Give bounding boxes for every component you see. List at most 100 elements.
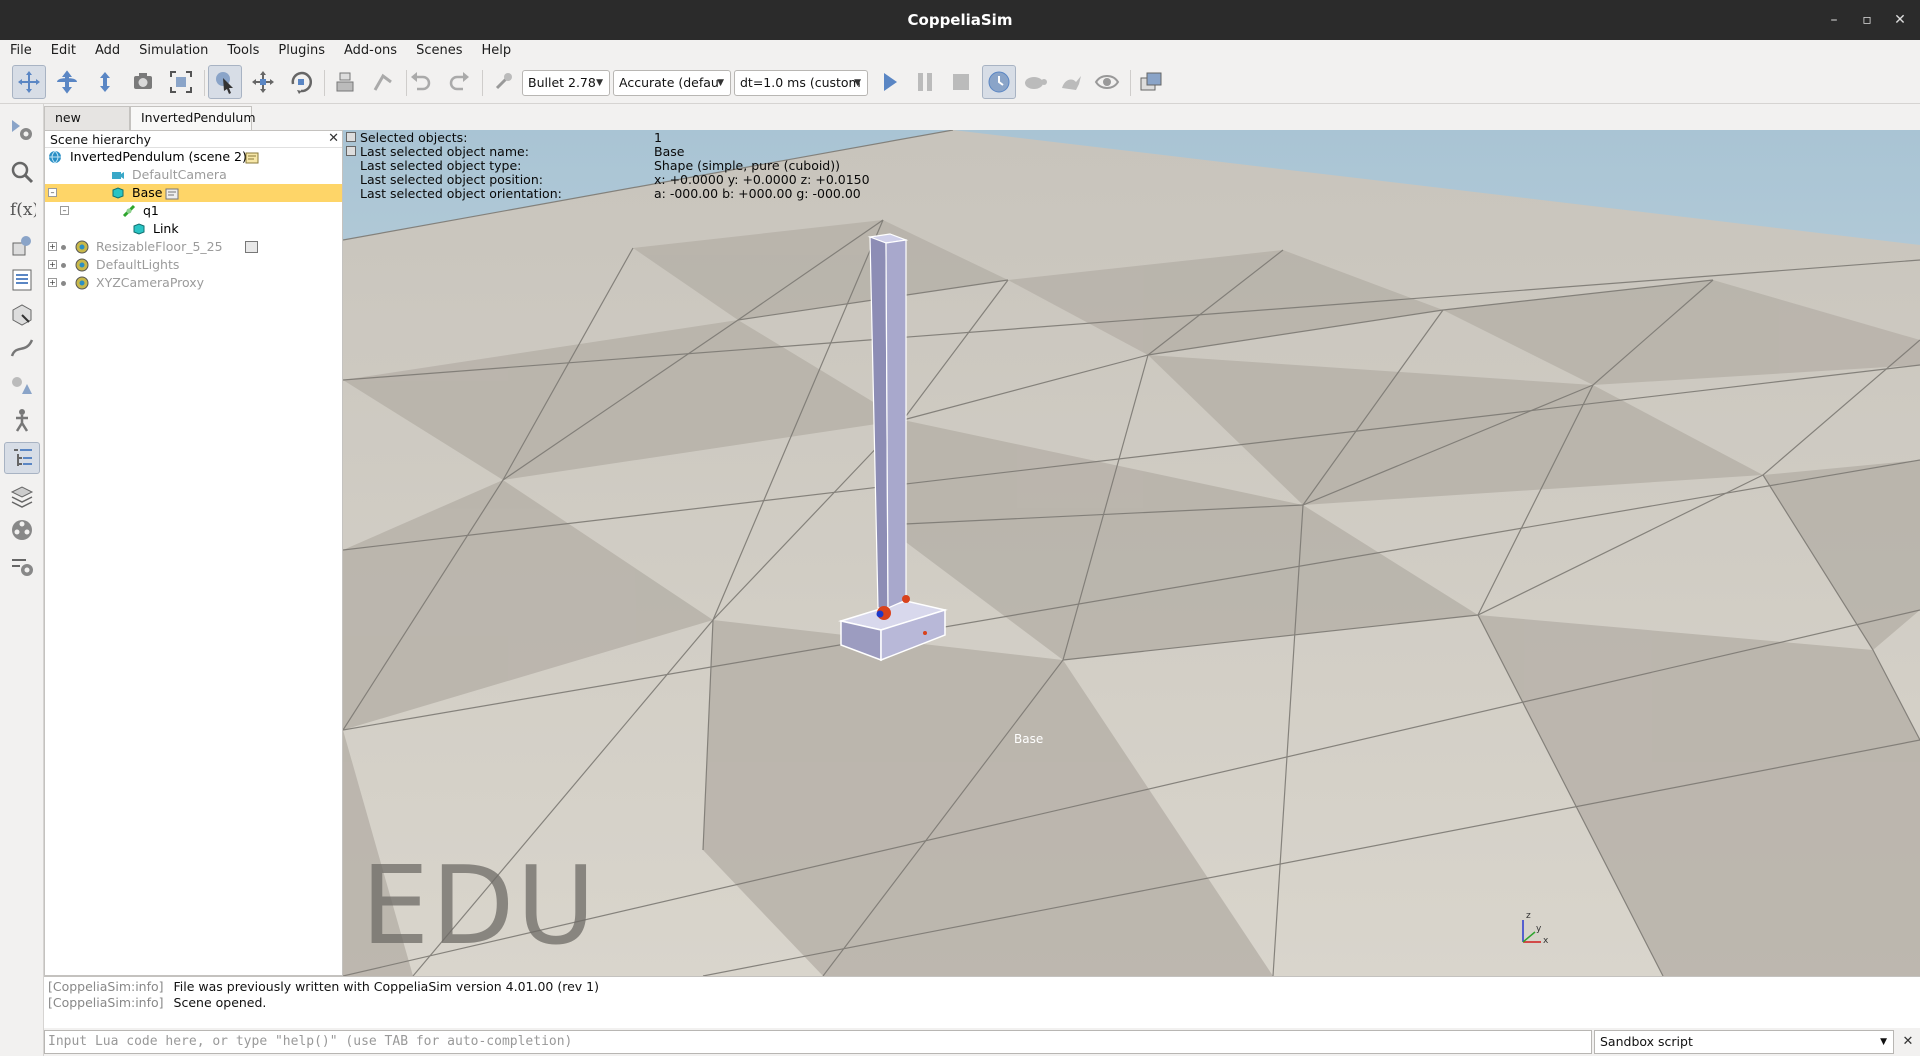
menu-file[interactable]: File [0,40,41,62]
info-toggle-icon[interactable] [346,146,356,156]
scene-hierarchy-toggle-icon[interactable] [4,442,40,474]
axis-label-x: x [1543,936,1549,946]
tree-item-label: InvertedPendulum (scene 2) [70,149,247,164]
camera-shift-icon[interactable] [88,65,122,99]
menu-edit[interactable]: Edit [41,40,85,62]
user-settings-icon[interactable] [4,550,40,582]
scene-hierarchy-panel: Scene hierarchy ✕ InvertedPendulum (scen… [44,130,343,976]
timestep-select[interactable]: dt=1.0 ms (custom ▼ [734,70,868,96]
tree-item-label: XYZCameraProxy [96,275,205,290]
undo-icon[interactable] [404,65,438,99]
simulation-settings-icon[interactable] [4,114,40,146]
close-panel-icon[interactable]: ✕ [328,130,339,147]
camera-pan-icon[interactable] [12,65,46,99]
pause-icon[interactable] [908,65,942,99]
script-target-select[interactable]: Sandbox script ▼ [1594,1030,1894,1054]
object-properties-icon[interactable] [4,264,40,296]
tree-item-defaultcamera[interactable]: DefaultCamera [45,166,342,184]
tree-item-q1[interactable]: – q1 [45,202,342,220]
info-value-last-position: x: +0.0000 y: +0.0000 z: +0.0150 [654,172,870,187]
model-browser-icon[interactable] [4,156,40,188]
slow-down-icon[interactable] [1018,65,1052,99]
close-icon[interactable]: ✕ [1896,1030,1920,1054]
tree-item-defaultlights[interactable]: + DefaultLights [45,256,342,274]
script-icon[interactable] [245,150,259,164]
edu-watermark: EDU [361,844,598,969]
robot-icon[interactable] [4,404,40,436]
tab-new-scene[interactable]: new scene [44,106,130,147]
collections-icon[interactable] [4,370,40,402]
path-edit-icon[interactable] [4,332,40,364]
real-time-icon[interactable] [982,65,1016,99]
restore-icon[interactable]: ▫ [1849,0,1885,40]
shape-edit-icon[interactable] [4,298,40,330]
menu-add[interactable]: Add [85,40,129,62]
tree-item-scene[interactable]: InvertedPendulum (scene 2) [45,148,342,166]
scene-hierarchy-header: Scene hierarchy ✕ [45,131,342,148]
info-value-last-orientation: a: -000.00 b: +000.00 g: -000.00 [654,186,861,201]
dynamics-toggle-icon[interactable] [486,65,520,99]
camera-rotate-icon[interactable] [50,65,84,99]
menu-help[interactable]: Help [471,40,520,62]
physics-engine-value: Bullet 2.78 [528,75,596,90]
minimize-icon[interactable]: – [1816,0,1852,40]
object-rotate-icon[interactable] [284,65,318,99]
info-label-selected-objects: Selected objects: [360,130,468,145]
fit-to-view-icon[interactable] [164,65,198,99]
menu-addons[interactable]: Add-ons [334,40,406,62]
menu-tools[interactable]: Tools [217,40,268,62]
expand-icon[interactable]: + [48,278,57,287]
tree-item-label: DefaultLights [96,257,180,272]
object-shift-icon[interactable] [246,65,280,99]
script-target-value: Sandbox script [1600,1034,1693,1049]
info-toggle-icon[interactable] [346,132,356,142]
tab-inverted-pendulum[interactable]: InvertedPendulum [130,106,256,130]
chevron-down-icon: ▼ [596,78,603,88]
menu-plugins[interactable]: Plugins [268,40,334,62]
script-icon[interactable] [165,186,179,200]
collapse-icon[interactable]: – [48,188,57,197]
redo-icon[interactable] [442,65,476,99]
model-props-icon[interactable] [245,241,258,253]
console-message: Scene opened. [173,995,267,1010]
stop-icon[interactable] [944,65,978,99]
calculation-modules-icon[interactable]: f(x) [4,192,40,224]
timestep-value: dt=1.0 ms (custom [740,75,861,90]
transfer-dna-icon[interactable] [366,65,400,99]
menu-simulation[interactable]: Simulation [129,40,217,62]
menu-bar: File Edit Add Simulation Tools Plugins A… [0,40,1920,62]
physics-engine-select[interactable]: Bullet 2.78 ▼ [522,70,610,96]
visualization-toggle-icon[interactable] [1090,65,1124,99]
collapse-icon[interactable]: – [60,206,69,215]
layers-icon[interactable] [4,480,40,512]
lua-command-input[interactable]: Input Lua code here, or type "help()" (u… [44,1030,1592,1054]
speed-up-icon[interactable] [1054,65,1088,99]
camera-angle-icon[interactable] [126,65,160,99]
status-console[interactable]: [CoppeliaSim:info] File was previously w… [44,976,1920,1028]
lua-command-bar: Input Lua code here, or type "help()" (u… [44,1028,1920,1056]
tree-item-base[interactable]: – Base [45,184,342,202]
scene-tabs: new scene InvertedPendulum [44,104,344,147]
model-icon [75,240,89,254]
assemble-icon[interactable] [328,65,362,99]
video-recorder-icon[interactable] [4,514,40,546]
model-dot-icon [61,281,66,286]
tree-item-xyzcameraproxy[interactable]: + XYZCameraProxy [45,274,342,292]
window-title: CoppeliaSim [907,11,1013,29]
expand-icon[interactable]: + [48,260,57,269]
page-selector-icon[interactable] [1134,65,1168,99]
console-line: [CoppeliaSim:info] File was previously w… [48,979,1916,995]
menu-scenes[interactable]: Scenes [406,40,471,62]
play-icon[interactable] [872,65,906,99]
tree-item-resizablefloor[interactable]: + ResizableFloor_5_25 [45,238,342,256]
close-window-icon[interactable]: ✕ [1882,0,1918,40]
tree-item-link[interactable]: Link [45,220,342,238]
scene-viewport[interactable]: Selected objects: Last selected object n… [343,130,1920,976]
camera-icon [112,172,124,179]
expand-icon[interactable]: + [48,242,57,251]
cuboid-shape-icon [133,223,145,235]
tree-item-label: ResizableFloor_5_25 [96,239,223,254]
engine-accuracy-select[interactable]: Accurate (defau ▼ [613,70,731,96]
click-select-icon[interactable] [208,65,242,99]
scene-object-properties-icon[interactable] [4,230,40,262]
